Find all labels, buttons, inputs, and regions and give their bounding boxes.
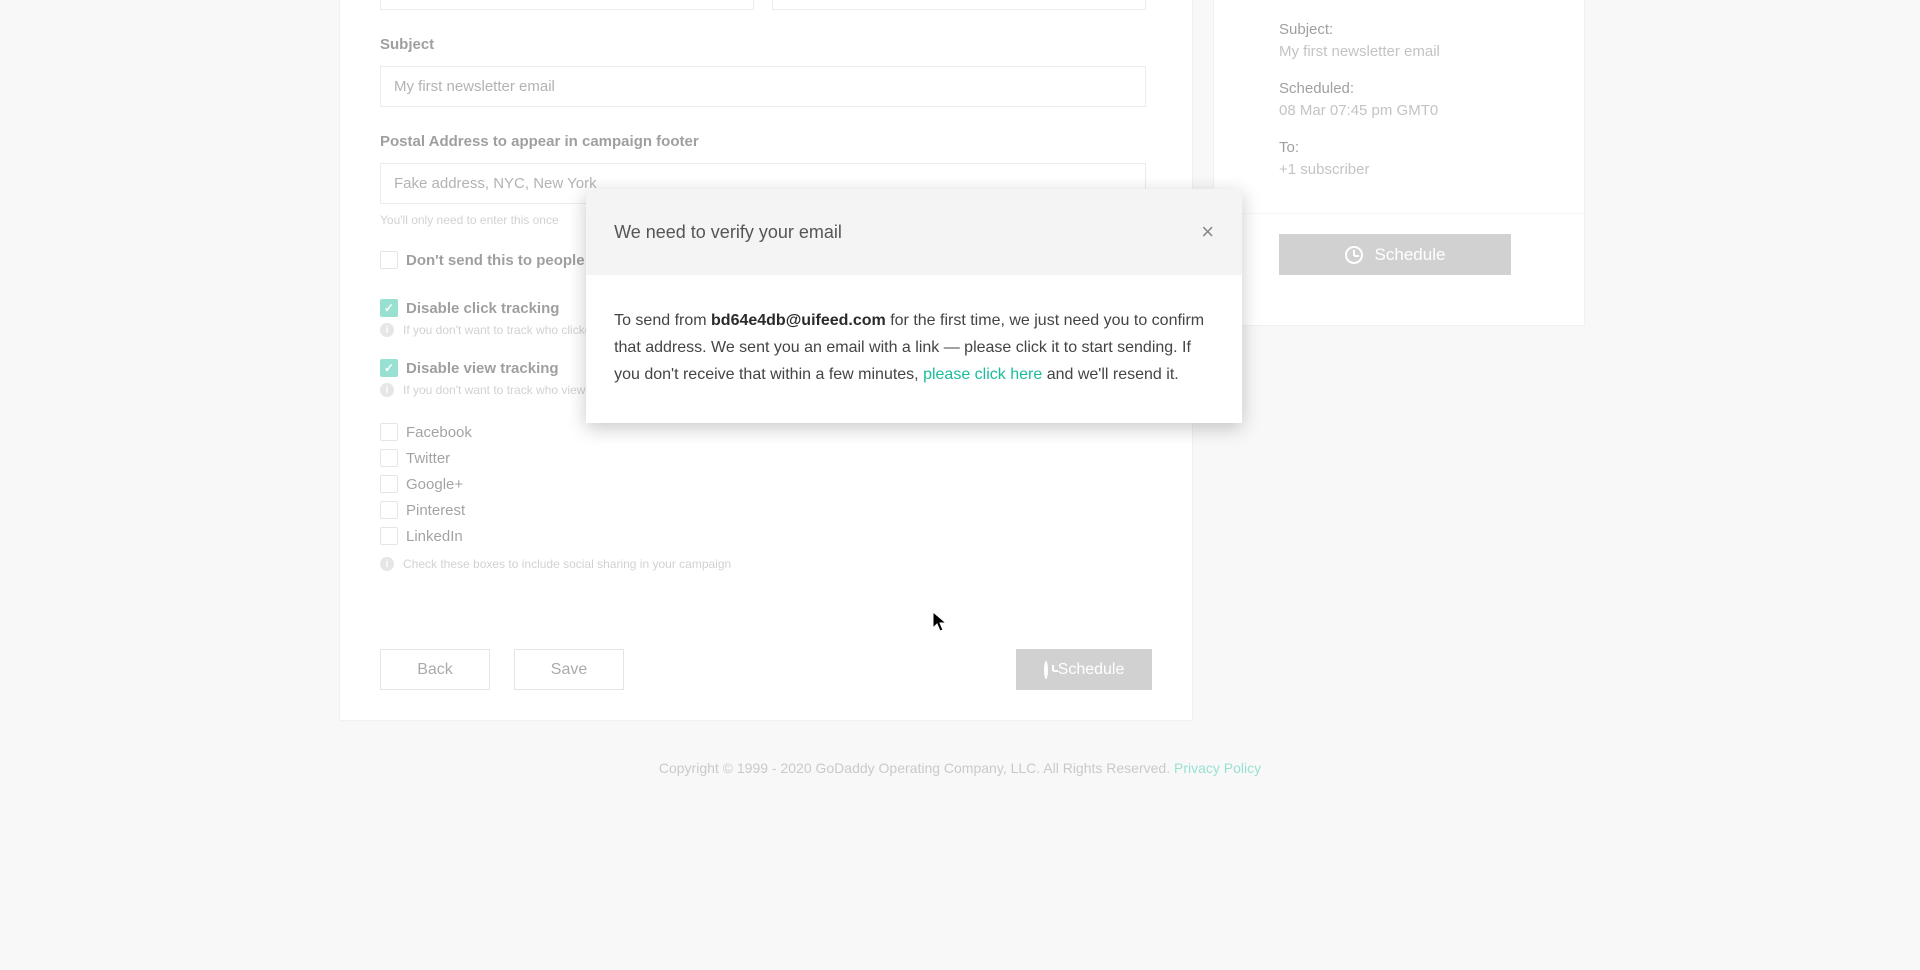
modal-overlay[interactable] (0, 0, 1920, 970)
modal-title: We need to verify your email (614, 222, 842, 243)
modal-header: We need to verify your email × (586, 189, 1242, 275)
close-icon: × (1201, 219, 1214, 244)
verify-email-modal: We need to verify your email × To send f… (586, 189, 1242, 423)
modal-email: bd64e4db@uifeed.com (711, 312, 886, 329)
modal-close-button[interactable]: × (1201, 221, 1214, 243)
modal-body: To send from bd64e4db@uifeed.com for the… (586, 275, 1242, 423)
modal-body-pre: To send from (614, 312, 711, 329)
resend-link[interactable]: please click here (923, 366, 1042, 383)
modal-body-post: and we'll resend it. (1042, 366, 1178, 383)
